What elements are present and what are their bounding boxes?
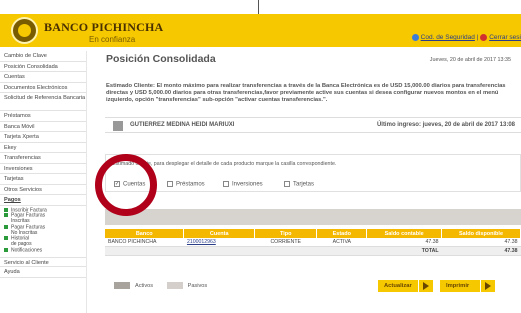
col-cuenta: Cuenta [183, 229, 256, 238]
checkbox-inversiones[interactable]: Inversiones [223, 181, 263, 188]
last-login: Último ingreso: jueves, 20 de abril de 2… [376, 122, 515, 128]
bullet-icon [4, 213, 8, 218]
legend-pasivos: Pasivos [187, 282, 208, 289]
empty-cell [183, 246, 255, 256]
checkbox-empty-icon [284, 181, 290, 187]
sidebar-item-referencia-bancaria[interactable]: Solicitud de Referencia Bancaria [0, 93, 86, 111]
checkbox-empty-icon [223, 181, 229, 187]
sidebar-item-cuentas[interactable]: Cuentas [0, 72, 86, 83]
current-date: Jueves, 20 de abril de 2017 13:35 [429, 57, 511, 63]
bullet-icon [4, 236, 8, 241]
button-label: Imprimir [446, 283, 470, 289]
imprimir-button[interactable]: Imprimir [440, 280, 495, 292]
submenu-pagar-inscritas[interactable]: Pagar Facturas Inscritas [0, 213, 86, 225]
accounts-table: Banco Cuenta Tipo Estado Saldo contable … [105, 229, 521, 256]
bullet-icon [4, 247, 8, 252]
red-highlight-circle [95, 154, 157, 216]
col-saldo-disponible: Saldo disponible [441, 229, 521, 238]
cell-saldo-contable: 47.38 [366, 238, 442, 247]
header-bar: BANCO PICHINCHA En confianza Cod. de Seg… [0, 14, 521, 47]
submenu-label: Notificaciones [11, 247, 43, 254]
sidebar-item-transferencias[interactable]: Transferencias [0, 153, 86, 164]
checkbox-label: Inversiones [232, 181, 263, 188]
security-code-icon [411, 34, 419, 41]
page-title: Posición Consolidada [106, 53, 216, 65]
sidebar-item-pagos[interactable]: Pagos [0, 195, 86, 206]
user-info-row: GUTIERREZ MEDINA HEIDI MARIUXI Último in… [105, 117, 521, 133]
empty-cell [254, 246, 317, 256]
bank-logo[interactable] [11, 17, 38, 44]
sidebar-item-servicio-cliente[interactable]: Servicio al Cliente [0, 256, 86, 268]
col-banco: Banco [105, 229, 185, 238]
checkbox-label: Préstamos [176, 181, 205, 188]
checkbox-empty-icon [167, 181, 173, 187]
sidebar-item-tarjetas[interactable]: Tarjetas [0, 174, 86, 185]
account-number-link[interactable]: 2100012963 [183, 238, 255, 247]
total-label: TOTAL [366, 246, 442, 256]
sidebar-item-tarjeta-xperta[interactable]: Tarjeta Xperta [0, 132, 86, 143]
pasivos-swatch [166, 282, 183, 289]
product-filter-panel: Estimado cliente, para desplegar el deta… [105, 154, 521, 192]
bullet-icon [4, 224, 8, 229]
activos-swatch [114, 282, 130, 289]
user-name: GUTIERREZ MEDINA HEIDI MARIUXI [130, 122, 235, 128]
arrow-right-icon [485, 282, 491, 290]
empty-cell [105, 246, 184, 256]
sidebar-item-ayuda[interactable]: Ayuda [0, 267, 86, 278]
sidebar-item-prestamos[interactable]: Préstamos [0, 111, 86, 122]
button-label: Actualizar [384, 283, 412, 289]
transfer-limit-notice: Estimado Cliente: El monto máximo para r… [106, 83, 506, 104]
top-divider-line [258, 0, 259, 14]
sidebar-item-inversiones[interactable]: Inversiones [0, 164, 86, 174]
total-value: 47.38 [441, 246, 521, 256]
col-saldo-contable: Saldo contable [366, 229, 443, 238]
sidebar-item-banca-movil[interactable]: Banca Móvil [0, 122, 86, 132]
legend-activos: Activos [135, 282, 154, 289]
checkbox-tarjetas[interactable]: Tarjetas [284, 181, 314, 188]
submenu-historial[interactable]: Historial de pagos [0, 236, 86, 248]
button-separator [418, 280, 419, 292]
user-icon [113, 121, 123, 131]
button-separator [480, 280, 481, 292]
checkbox-label: Tarjetas [293, 181, 315, 188]
sidebar-item-posicion-consolidada[interactable]: Posición Consolidada [0, 62, 86, 72]
col-tipo: Tipo [254, 229, 318, 238]
chart-legend: Activos Pasivos [114, 282, 207, 289]
sidebar-item-documentos[interactable]: Documentos Electrónicos [0, 83, 86, 93]
cell-estado: ACTIVA [316, 238, 367, 247]
header-link-separator: | [476, 34, 479, 42]
logout-icon [480, 34, 488, 41]
submenu-notificaciones[interactable]: Notificaciones [0, 247, 86, 254]
logo-emblem [18, 24, 31, 37]
cell-saldo-disponible: 47.38 [441, 238, 521, 247]
actualizar-button[interactable]: Actualizar [378, 280, 433, 292]
empty-cell [316, 246, 367, 256]
pagos-submenu: Inscribir Factura Pagar Facturas Inscrita… [0, 206, 86, 254]
sidebar-nav: Cambio de Clave Posición Consolidada Cue… [0, 51, 87, 313]
security-code-link[interactable]: Cod. de Seguridad [421, 34, 475, 41]
col-estado: Estado [316, 229, 368, 238]
sidebar-item-cambio-clave[interactable]: Cambio de Clave [0, 51, 86, 62]
brand-tagline: En confianza [89, 35, 136, 44]
bullet-icon [4, 207, 8, 212]
arrow-right-icon [423, 282, 429, 290]
table-header-row: Banco Cuenta Tipo Estado Saldo contable … [105, 229, 521, 238]
sidebar-item-ekey[interactable]: Ekey [0, 143, 86, 153]
submenu-pagar-no-inscritas[interactable]: Pagar Facturas No Inscritas [0, 224, 86, 237]
logout-link[interactable]: Cerrar sesi [489, 34, 521, 41]
cell-tipo: CORRIENTE [254, 238, 317, 247]
sidebar-item-otros-servicios[interactable]: Otros Servicios [0, 185, 86, 195]
table-row: BANCO PICHINCHA 2100012963 CORRIENTE ACT… [105, 238, 521, 247]
accounts-section-bar [105, 209, 521, 225]
brand-name: BANCO PICHINCHA [44, 20, 164, 34]
cell-banco: BANCO PICHINCHA [105, 238, 184, 247]
header-links: Cod. de Seguridad | Cerrar sesi [411, 34, 521, 42]
checkbox-prestamos[interactable]: Préstamos [167, 181, 205, 188]
table-total-row: TOTAL 47.38 [105, 246, 521, 256]
